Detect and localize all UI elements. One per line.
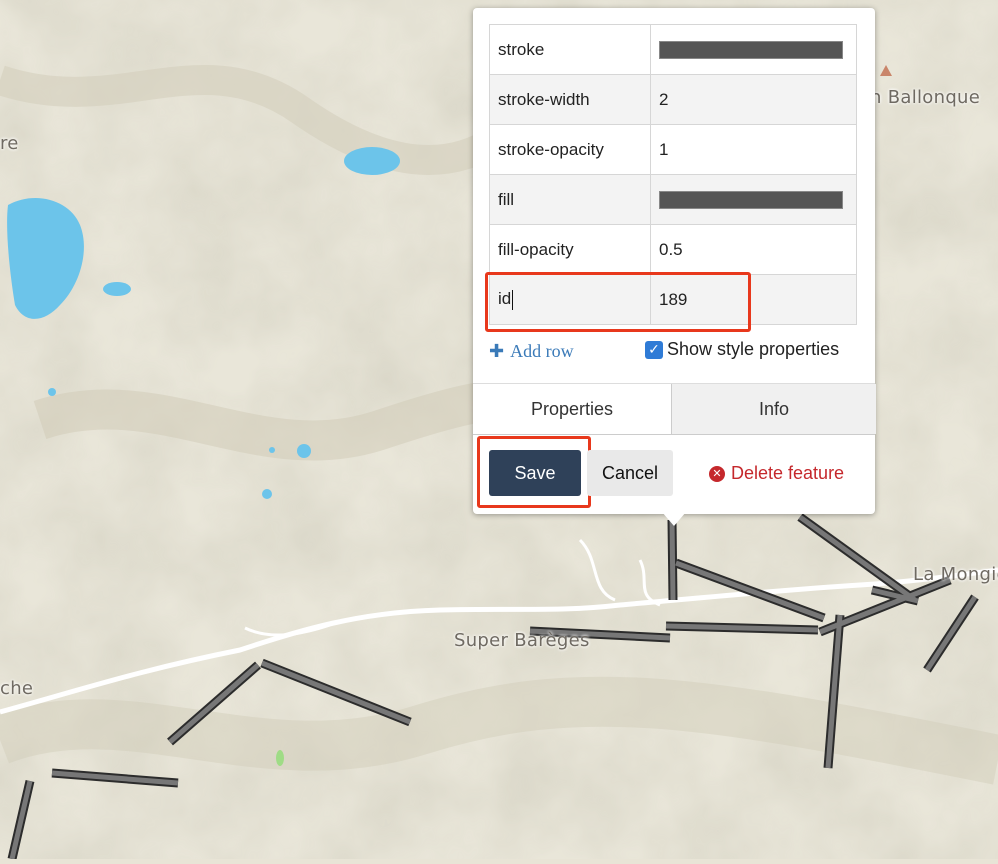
property-value-input[interactable]: [650, 174, 857, 225]
property-value-input[interactable]: [650, 24, 857, 75]
property-value-input[interactable]: 2: [650, 74, 857, 125]
checkbox-checked-icon[interactable]: ✓: [645, 340, 663, 359]
show-style-toggle[interactable]: ✓ Show style properties: [645, 339, 839, 360]
place-label: La Mongie: [913, 564, 998, 585]
property-key-input[interactable]: fill-opacity: [489, 224, 651, 275]
delete-feature-label: Delete feature: [731, 463, 845, 483]
table-row: fill-opacity 0.5: [489, 224, 857, 275]
table-row: fill: [489, 174, 857, 225]
property-key-input[interactable]: stroke-opacity: [489, 124, 651, 175]
add-row-link[interactable]: ✚ Add row: [489, 341, 574, 362]
feature-popup: stroke stroke-width 2 stroke-opacity 1 f…: [473, 8, 876, 514]
add-row-label: Add row: [510, 341, 574, 361]
popup-pointer: [662, 512, 686, 526]
lake: [344, 147, 400, 175]
place-label: n Ballonque: [870, 87, 981, 108]
close-circle-icon: ✕: [709, 465, 725, 482]
color-swatch[interactable]: [659, 40, 843, 59]
place-label: re: [0, 133, 19, 154]
table-row: stroke: [489, 24, 857, 75]
property-value-input[interactable]: 1: [650, 124, 857, 175]
color-swatch[interactable]: [659, 190, 843, 209]
save-button[interactable]: Save: [489, 450, 581, 496]
place-label: Super Barèges: [454, 630, 590, 651]
property-key-input[interactable]: stroke-width: [489, 74, 651, 125]
id-row-highlight: [485, 272, 751, 332]
property-key-input[interactable]: stroke: [489, 24, 651, 75]
tab-info[interactable]: Info: [671, 384, 876, 434]
show-style-label: Show style properties: [667, 339, 840, 359]
property-value-input[interactable]: 0.5: [650, 224, 857, 275]
table-row: stroke-opacity 1: [489, 124, 857, 175]
table-row: stroke-width 2: [489, 74, 857, 125]
delete-feature-button[interactable]: ✕ Delete feature: [709, 463, 844, 484]
cancel-button[interactable]: Cancel: [587, 450, 673, 496]
popup-tabs: Properties Info: [473, 383, 876, 435]
tab-properties[interactable]: Properties: [473, 384, 671, 434]
property-key-input[interactable]: fill: [489, 174, 651, 225]
plus-icon: ✚: [489, 341, 505, 362]
place-label: che: [0, 678, 34, 699]
